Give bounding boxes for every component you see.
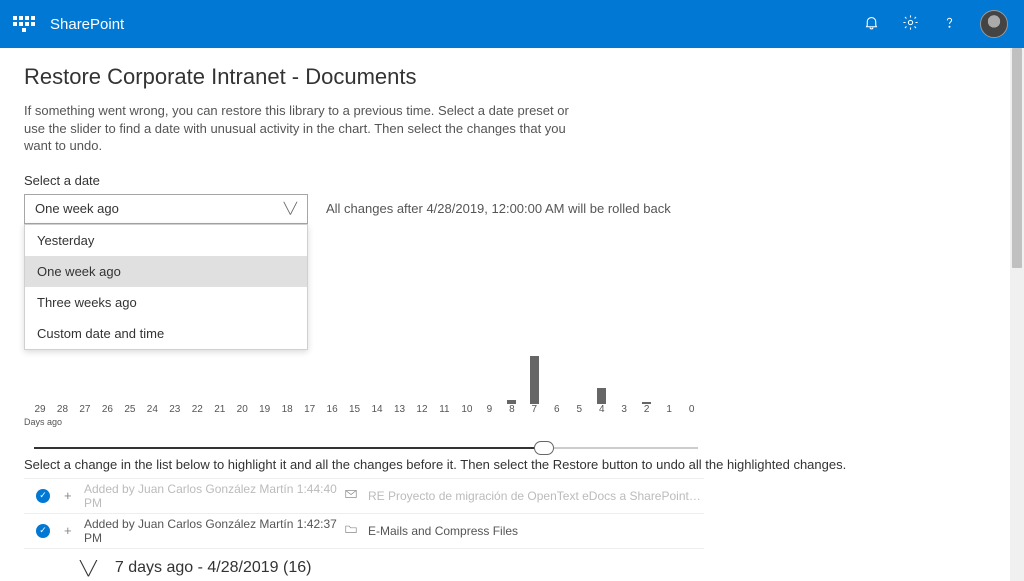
bar <box>461 344 473 404</box>
bar <box>663 344 675 404</box>
bar <box>573 344 585 404</box>
bar <box>281 344 293 404</box>
bar <box>416 344 428 404</box>
activity-chart <box>24 344 1004 404</box>
chart-axis: 2928272625242322212019181716151413121110… <box>34 404 698 415</box>
rollback-text: All changes after 4/28/2019, 12:00:00 AM… <box>326 201 671 216</box>
bar <box>326 344 338 404</box>
bar <box>394 344 406 404</box>
bar <box>214 344 226 404</box>
bar <box>618 344 630 404</box>
date-select-value: One week ago <box>35 201 119 216</box>
folder-icon <box>344 522 368 539</box>
page-content: Restore Corporate Intranet - Documents I… <box>0 48 1024 581</box>
mail-icon <box>344 487 368 504</box>
bell-icon[interactable] <box>863 14 880 34</box>
suite-title[interactable]: SharePoint <box>50 16 124 33</box>
top-icon-group <box>863 10 1008 38</box>
bar <box>79 344 91 404</box>
bar <box>483 344 495 404</box>
vertical-scrollbar[interactable] <box>1010 48 1024 581</box>
page-intro: If something went wrong, you can restore… <box>24 102 584 155</box>
changes-list: + Added by Juan Carlos González Martín 1… <box>24 478 704 581</box>
bar <box>438 344 450 404</box>
row-radio[interactable] <box>36 489 50 503</box>
dropdown-option-custom[interactable]: Custom date and time <box>25 318 307 349</box>
date-label: Select a date <box>24 173 1004 188</box>
user-avatar[interactable] <box>980 10 1008 38</box>
top-bar: SharePoint <box>0 0 1024 48</box>
change-text: Added by Juan Carlos González Martín 1:4… <box>84 482 344 510</box>
dropdown-option-one-week[interactable]: One week ago <box>25 256 307 287</box>
app-launcher-icon[interactable] <box>12 12 36 36</box>
group-header[interactable]: ╲╱ 7 days ago - 4/28/2019 (16) <box>24 549 704 581</box>
change-row[interactable]: + Added by Juan Carlos González Martín 1… <box>24 514 704 549</box>
bar <box>371 344 383 404</box>
date-dropdown: Yesterday One week ago Three weeks ago C… <box>24 224 308 350</box>
page-title: Restore Corporate Intranet - Documents <box>24 64 1004 90</box>
change-text: Added by Juan Carlos González Martín 1:4… <box>84 517 344 545</box>
bar <box>124 344 136 404</box>
scrollbar-thumb[interactable] <box>1012 48 1022 268</box>
bar <box>596 344 608 404</box>
list-intro: Select a change in the list below to hig… <box>24 457 1004 472</box>
row-radio[interactable] <box>36 524 50 538</box>
slider-handle[interactable] <box>534 441 554 455</box>
date-select[interactable]: One week ago ╲╱ <box>24 194 308 224</box>
item-name: E-Mails and Compress Files <box>368 524 704 538</box>
bar <box>528 344 540 404</box>
bar <box>236 344 248 404</box>
chart-axis-label: Days ago <box>24 417 1004 427</box>
bar <box>304 344 316 404</box>
bar <box>506 344 518 404</box>
bar <box>101 344 113 404</box>
chevron-down-icon: ╲╱ <box>80 560 97 577</box>
bar <box>551 344 563 404</box>
bar <box>191 344 203 404</box>
dropdown-option-yesterday[interactable]: Yesterday <box>25 225 307 256</box>
bar <box>349 344 361 404</box>
bar <box>56 344 68 404</box>
gear-icon[interactable] <box>902 14 919 34</box>
dropdown-option-three-weeks[interactable]: Three weeks ago <box>25 287 307 318</box>
bar <box>259 344 271 404</box>
group-label: 7 days ago - 4/28/2019 (16) <box>115 559 312 577</box>
bar <box>146 344 158 404</box>
bar <box>686 344 698 404</box>
plus-icon: + <box>64 523 84 538</box>
item-name: RE Proyecto de migración de OpenText eDo… <box>368 489 704 503</box>
chevron-down-icon: ╲╱ <box>284 202 297 215</box>
bar <box>34 344 46 404</box>
bar <box>641 344 653 404</box>
change-row[interactable]: + Added by Juan Carlos González Martín 1… <box>24 479 704 514</box>
help-icon[interactable] <box>941 14 958 34</box>
plus-icon: + <box>64 488 84 503</box>
bar <box>169 344 181 404</box>
